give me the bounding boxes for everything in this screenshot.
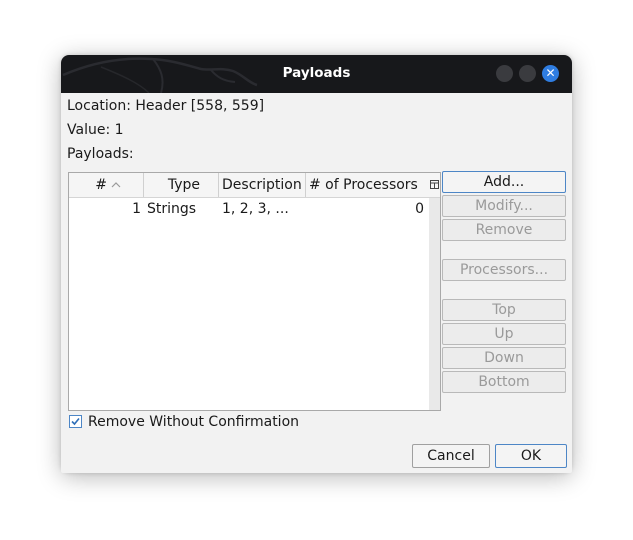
up-button[interactable]: Up [442, 323, 566, 345]
table-header: # Type Description # of Processors [69, 173, 429, 198]
column-header-description[interactable]: Description [219, 173, 306, 197]
bottom-button[interactable]: Bottom [442, 371, 566, 393]
ok-button[interactable]: OK [495, 444, 567, 468]
top-button[interactable]: Top [442, 299, 566, 321]
sort-ascending-icon [111, 182, 121, 188]
column-control-button[interactable] [429, 173, 440, 198]
remove-without-confirmation-label[interactable]: Remove Without Confirmation [88, 412, 299, 432]
cancel-button[interactable]: Cancel [412, 444, 490, 468]
close-icon: ✕ [545, 66, 556, 80]
cell-type: Strings [147, 201, 197, 217]
cell-processors: 0 [415, 201, 424, 217]
title-bar[interactable]: Payloads ✕ [61, 55, 572, 93]
column-chooser-icon [430, 180, 439, 189]
remove-without-confirmation-checkbox[interactable] [69, 415, 82, 428]
value-label: Value: 1 [67, 122, 124, 138]
remove-button[interactable]: Remove [442, 219, 566, 241]
close-button[interactable]: ✕ [542, 65, 559, 82]
column-header-number[interactable]: # [69, 173, 144, 197]
cell-description: 1, 2, 3, ... [222, 201, 289, 217]
payloads-table[interactable]: # Type Description # of Processors 1 Str… [68, 172, 441, 411]
table-vertical-scrollbar[interactable] [429, 198, 440, 410]
location-label: Location: Header [558, 559] [67, 98, 265, 114]
column-header-processors[interactable]: # of Processors [306, 173, 429, 197]
down-button[interactable]: Down [442, 347, 566, 369]
add-button[interactable]: Add... [442, 171, 566, 193]
checkmark-icon [71, 417, 80, 426]
column-header-type[interactable]: Type [144, 173, 219, 197]
cell-number: 1 [132, 201, 141, 217]
minimize-button[interactable] [496, 65, 513, 82]
maximize-button[interactable] [519, 65, 536, 82]
processors-button[interactable]: Processors... [442, 259, 566, 281]
table-row[interactable]: 1 Strings 1, 2, 3, ... 0 [69, 198, 429, 220]
payloads-label: Payloads: [67, 146, 134, 162]
payloads-dialog: Payloads ✕ Location: Header [558, 559] V… [61, 55, 572, 473]
modify-button[interactable]: Modify... [442, 195, 566, 217]
